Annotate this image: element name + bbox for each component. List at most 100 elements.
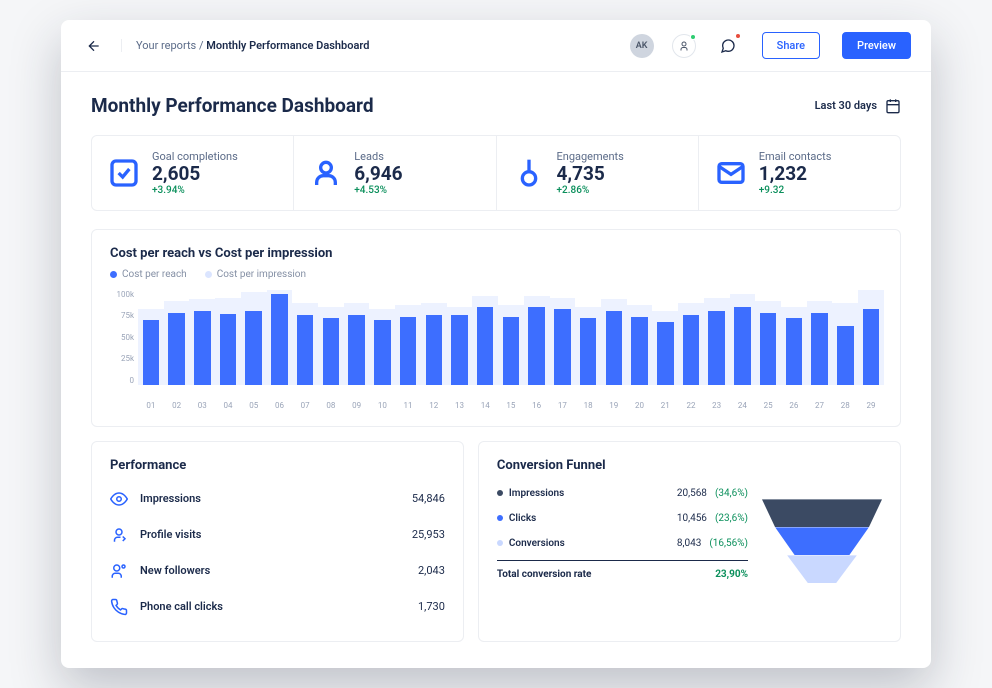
- x-tick: 12: [423, 401, 445, 410]
- performance-label: Phone call clicks: [140, 600, 406, 613]
- funnel-title: Conversion Funnel: [497, 458, 748, 473]
- kpi-mail: Email contacts 1,232 +9.32: [699, 136, 900, 210]
- x-tick: 24: [732, 401, 754, 410]
- breadcrumb-root: Your reports: [136, 39, 196, 52]
- check-icon: [108, 157, 140, 189]
- funnel-value: 8,043: [677, 538, 701, 549]
- x-tick: 28: [834, 401, 856, 410]
- kpi-change: +2.86%: [557, 185, 624, 196]
- eye-icon: [110, 490, 128, 508]
- funnel-total-value: 23,90%: [715, 569, 748, 580]
- arrow-left-icon: [86, 38, 102, 54]
- preview-button[interactable]: Preview: [842, 32, 911, 59]
- funnel-value: 20,568: [677, 488, 707, 499]
- bar-column: [577, 290, 599, 385]
- avatar-user-2[interactable]: [672, 34, 696, 58]
- performance-value: 54,846: [412, 492, 445, 505]
- performance-row: Impressions 54,846: [110, 481, 445, 517]
- funnel-segment: [787, 555, 857, 583]
- bar-column: [346, 290, 368, 385]
- x-tick: 07: [294, 401, 316, 410]
- bar-column: [371, 290, 393, 385]
- bar-column: [732, 290, 754, 385]
- bar-column: [860, 290, 882, 385]
- y-axis: 100k75k50k25k0: [110, 290, 134, 385]
- performance-title: Performance: [110, 458, 445, 473]
- bar-column: [552, 290, 574, 385]
- phone-icon: [110, 598, 128, 616]
- performance-label: New followers: [140, 564, 406, 577]
- performance-card: Performance Impressions 54,846 Profile v…: [91, 441, 464, 642]
- funnel-pct: (34,6%): [715, 488, 748, 499]
- chart-legend: Cost per reachCost per impression: [110, 269, 882, 280]
- x-tick: 25: [757, 401, 779, 410]
- performance-value: 2,043: [418, 564, 445, 577]
- legend-item: Cost per reach: [110, 269, 187, 280]
- funnel-total: Total conversion rate 23,90%: [497, 560, 748, 580]
- x-tick: 20: [629, 401, 651, 410]
- funnel-row: Conversions 8,043 (16,56%): [497, 531, 748, 556]
- funnel-pct: (23,6%): [715, 513, 748, 524]
- bar-column: [217, 290, 239, 385]
- calendar-icon: [885, 98, 901, 114]
- funnel-row: Clicks 10,456 (23,6%): [497, 506, 748, 531]
- share-button[interactable]: Share: [762, 32, 820, 59]
- kpi-value: 2,605: [152, 164, 238, 185]
- bar-column: [603, 290, 625, 385]
- x-tick: 17: [552, 401, 574, 410]
- funnel-shape: [762, 458, 882, 625]
- y-tick: 100k: [110, 290, 134, 299]
- performance-row: Phone call clicks 1,730: [110, 589, 445, 625]
- status-dot-icon: [690, 34, 696, 40]
- x-tick: 16: [526, 401, 548, 410]
- back-button[interactable]: [81, 33, 107, 59]
- date-range-label: Last 30 days: [815, 99, 877, 112]
- kpi-check: Goal completions 2,605 +3.94%: [92, 136, 294, 210]
- avatar-user-1[interactable]: AK: [630, 34, 654, 58]
- funnel-label: Conversions: [509, 538, 671, 549]
- x-tick: 19: [603, 401, 625, 410]
- kpi-value: 6,946: [354, 164, 402, 185]
- bar-column: [140, 290, 162, 385]
- breadcrumb[interactable]: Your reports / Monthly Performance Dashb…: [121, 39, 369, 52]
- bar-column: [500, 290, 522, 385]
- mail-icon: [715, 157, 747, 189]
- kpi-touch: Engagements 4,735 +2.86%: [497, 136, 699, 210]
- notification-dot-icon: [735, 33, 741, 39]
- bar-column: [423, 290, 445, 385]
- funnel-label: Clicks: [509, 513, 671, 524]
- x-tick: 05: [243, 401, 265, 410]
- bar-column: [474, 290, 496, 385]
- kpi-change: +9.32: [759, 185, 832, 196]
- funnel-segment: [775, 527, 869, 555]
- funnel-segment: [762, 499, 882, 527]
- kpi-change: +4.53%: [354, 185, 402, 196]
- kpi-row: Goal completions 2,605 +3.94% Leads 6,94…: [91, 135, 901, 211]
- y-tick: 25k: [110, 354, 134, 363]
- bar-column: [294, 290, 316, 385]
- chat-button[interactable]: [716, 34, 740, 58]
- chart-plot: [140, 290, 882, 385]
- topbar: Your reports / Monthly Performance Dashb…: [61, 20, 931, 72]
- performance-row: Profile visits 25,953: [110, 517, 445, 553]
- bar-column: [783, 290, 805, 385]
- x-tick: 02: [166, 401, 188, 410]
- visit-icon: [110, 526, 128, 544]
- x-tick: 08: [320, 401, 342, 410]
- x-tick: 15: [500, 401, 522, 410]
- follow-icon: [110, 562, 128, 580]
- performance-label: Impressions: [140, 492, 400, 505]
- bar-column: [243, 290, 265, 385]
- bar-column: [269, 290, 291, 385]
- date-range-picker[interactable]: Last 30 days: [815, 98, 901, 114]
- bar-column: [397, 290, 419, 385]
- person-icon: [678, 40, 690, 52]
- breadcrumb-current: Monthly Performance Dashboard: [206, 39, 369, 52]
- chart-title: Cost per reach vs Cost per impression: [110, 246, 882, 261]
- x-tick: 27: [809, 401, 831, 410]
- x-tick: 11: [397, 401, 419, 410]
- x-tick: 06: [269, 401, 291, 410]
- x-tick: 21: [654, 401, 676, 410]
- bar-chart: 100k75k50k25k0 0102030405060708091011121…: [110, 290, 882, 410]
- bar-column: [706, 290, 728, 385]
